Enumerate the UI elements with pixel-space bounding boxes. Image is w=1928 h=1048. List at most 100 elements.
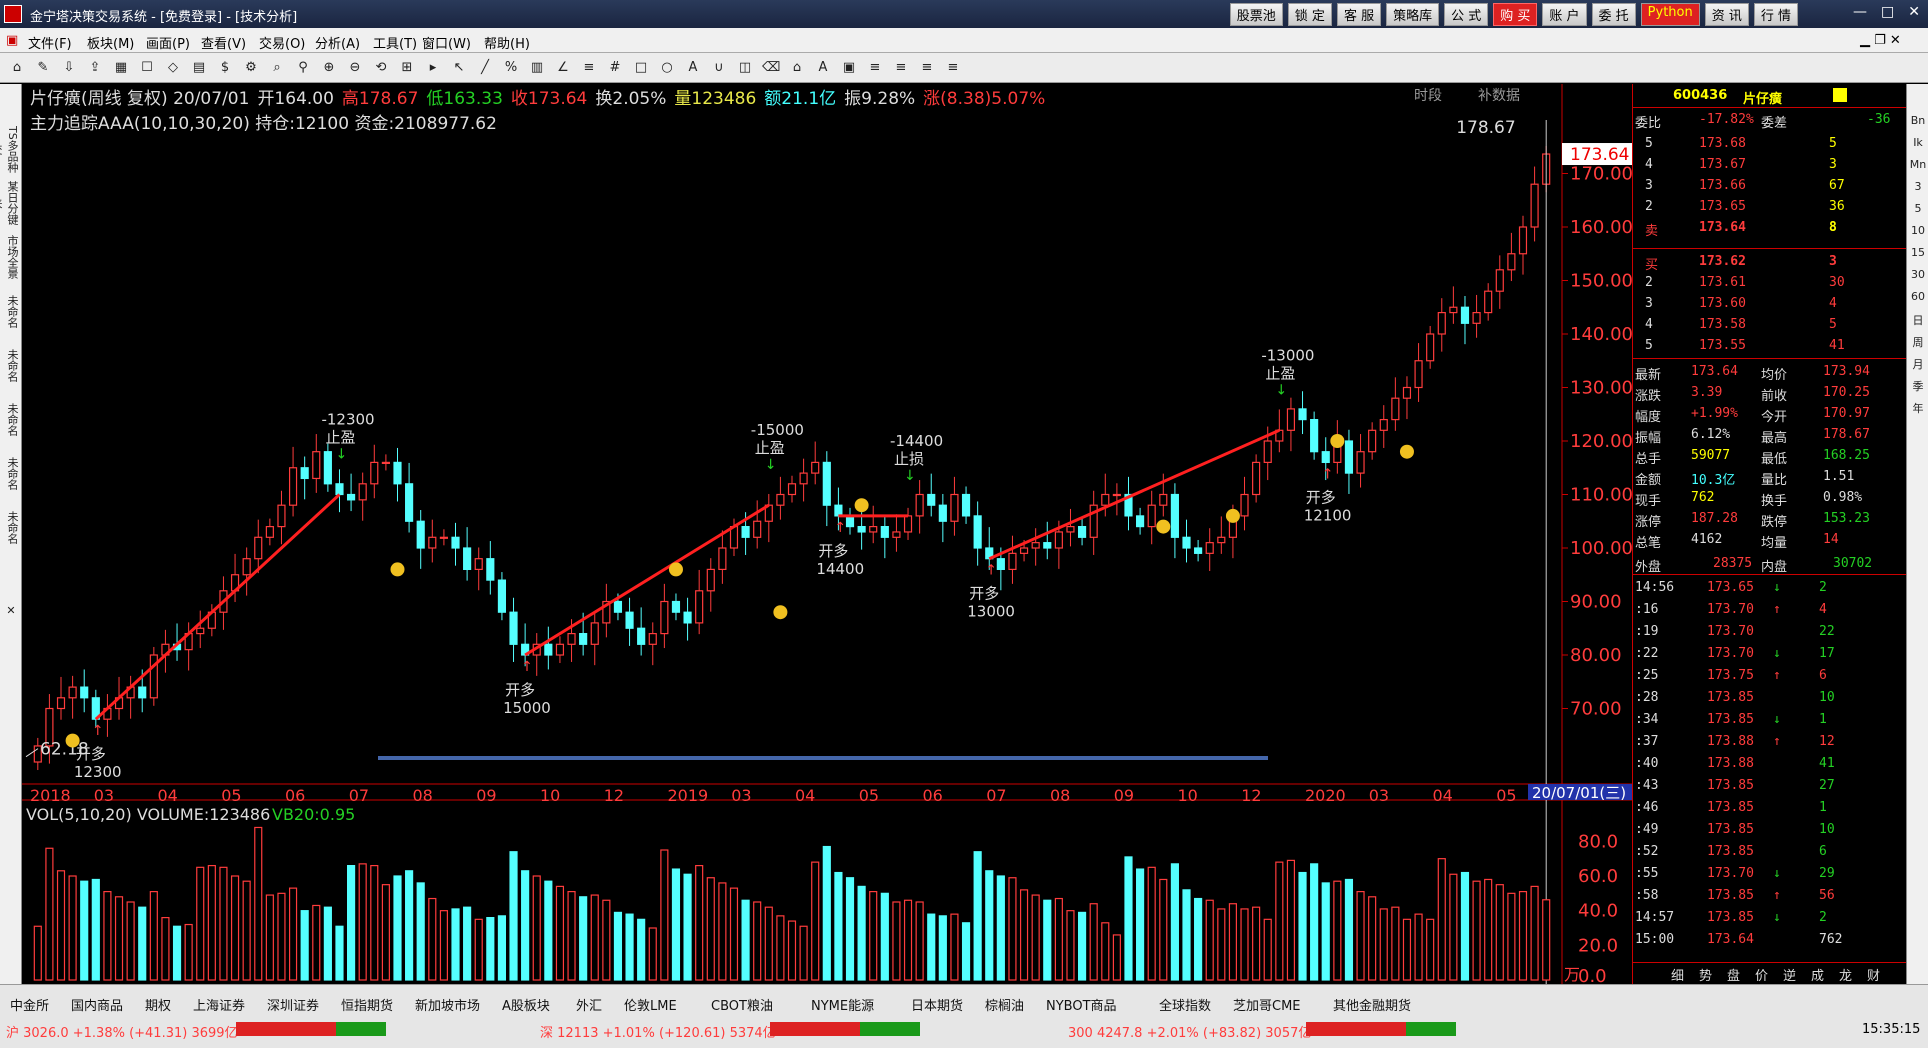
topnav-button[interactable]: 公 式 — [1444, 3, 1489, 26]
market-tab[interactable]: CBOT粮油 — [711, 995, 773, 1014]
market-tab[interactable]: 芝加哥CME — [1233, 995, 1301, 1014]
minimize-icon[interactable]: — — [1853, 4, 1867, 20]
quote-tab[interactable]: 细 — [1671, 965, 1684, 984]
left-tab[interactable]: 未命名 — [2, 340, 20, 390]
kline-chart-area[interactable]: 片仔癀(周线 复权) 20/07/01 开164.00 高178.67 低163.33… — [22, 84, 1634, 987]
topnav-button[interactable]: Python — [1640, 3, 1700, 26]
quote-tab[interactable]: 盘 — [1727, 965, 1740, 984]
left-tab[interactable]: 未命名 — [2, 286, 20, 336]
period-tab[interactable]: 月 — [1909, 356, 1927, 372]
close-icon[interactable]: ✕ — [2, 604, 20, 624]
toolbar-tool-icon[interactable]: ⚙ — [242, 59, 260, 77]
chart-tag[interactable]: 时段 — [1414, 88, 1442, 104]
toolbar-tool-icon[interactable]: A — [684, 59, 702, 77]
toolbar-tool-icon[interactable]: ▸ — [424, 59, 442, 77]
left-tab[interactable]: 某日分键来 — [0, 178, 20, 228]
market-tab[interactable]: 新加坡市场 — [415, 995, 480, 1014]
toolbar-tool-icon[interactable]: # — [606, 59, 624, 77]
toolbar-tool-icon[interactable]: ⊕ — [320, 59, 338, 77]
menu-item[interactable]: 查看(V) — [201, 33, 246, 52]
toolbar-tool-icon[interactable]: ⟲ — [372, 59, 390, 77]
market-tab[interactable]: 日本期货 — [911, 995, 963, 1014]
menu-item[interactable]: 窗口(W) — [422, 33, 471, 52]
left-tab[interactable]: 未命名 — [2, 448, 20, 498]
period-tab[interactable]: 60 — [1909, 290, 1927, 303]
toolbar-tool-icon[interactable]: ≡ — [944, 59, 962, 77]
left-tab[interactable]: 未命名 — [2, 394, 20, 444]
quote-tab[interactable]: 势 — [1699, 965, 1712, 984]
market-tab[interactable]: 伦敦LME — [624, 995, 677, 1014]
toolbar-tool-icon[interactable]: ╱ — [476, 59, 494, 77]
flag-icon[interactable] — [1833, 88, 1847, 102]
quote-tab[interactable]: 成 — [1811, 965, 1824, 984]
toolbar-tool-icon[interactable]: ⌂ — [788, 59, 806, 77]
period-tab[interactable]: Mn — [1909, 158, 1927, 171]
toolbar-tool-icon[interactable]: ⇪ — [86, 59, 104, 77]
quote-tab[interactable]: 逆 — [1783, 965, 1796, 984]
close-icon[interactable]: ✕ — [1908, 4, 1920, 20]
topnav-button[interactable]: 账 户 — [1542, 3, 1587, 26]
topnav-button[interactable]: 股票池 — [1229, 3, 1283, 26]
toolbar-tool-icon[interactable]: ⇩ — [60, 59, 78, 77]
toolbar-tool-icon[interactable]: ○ — [658, 59, 676, 77]
toolbar-tool-icon[interactable]: ∪ — [710, 59, 728, 77]
menu-item[interactable]: 板块(M) — [87, 33, 134, 52]
toolbar-tool-icon[interactable]: ◫ — [736, 59, 754, 77]
menu-item[interactable]: 工具(T) — [373, 33, 417, 52]
menu-item[interactable]: 画面(P) — [146, 33, 190, 52]
period-tab[interactable]: 年 — [1909, 400, 1927, 416]
quote-tab[interactable]: 龙 — [1839, 965, 1852, 984]
market-tab[interactable]: 外汇 — [576, 995, 602, 1014]
chart-tag[interactable]: 补数据 — [1478, 88, 1520, 104]
menu-item[interactable]: 分析(A) — [315, 33, 360, 52]
market-tab[interactable]: 深圳证券 — [267, 995, 319, 1014]
toolbar-tool-icon[interactable]: ⊞ — [398, 59, 416, 77]
sh-index[interactable]: 沪 3026.0 +1.38% (+41.31) 3699亿 — [6, 1022, 238, 1041]
period-tab[interactable]: 5 — [1909, 202, 1927, 215]
topnav-button[interactable]: 行 情 — [1753, 3, 1798, 26]
market-tab[interactable]: NYME能源 — [811, 995, 874, 1014]
market-tab[interactable]: 期权 — [145, 995, 171, 1014]
topnav-button[interactable]: 资 讯 — [1704, 3, 1749, 26]
left-tab[interactable]: 市场全景 — [2, 232, 20, 282]
menu-item[interactable]: 文件(F) — [28, 33, 72, 52]
period-tab[interactable]: 季 — [1909, 378, 1927, 394]
toolbar-tool-icon[interactable]: ≡ — [892, 59, 910, 77]
toolbar-tool-icon[interactable]: ◇ — [164, 59, 182, 77]
toolbar-tool-icon[interactable]: ∠ — [554, 59, 572, 77]
market-tab[interactable]: 恒指期货 — [341, 995, 393, 1014]
maximize-icon[interactable]: □ — [1881, 4, 1894, 20]
market-tab[interactable]: 中金所 — [10, 995, 49, 1014]
toolbar-tool-icon[interactable]: ☐ — [138, 59, 156, 77]
mdi-window-controls[interactable]: ▁ ❐ ✕ — [1860, 33, 1901, 48]
toolbar-tool-icon[interactable]: □ — [632, 59, 650, 77]
toolbar-tool-icon[interactable]: % — [502, 59, 520, 77]
period-tab[interactable]: 10 — [1909, 224, 1927, 237]
toolbar-tool-icon[interactable]: ✎ — [34, 59, 52, 77]
cy-index[interactable]: 300 4247.8 +2.01% (+83.82) 3057亿 — [1068, 1022, 1311, 1041]
toolbar-tool-icon[interactable]: A — [814, 59, 832, 77]
toolbar-tool-icon[interactable]: ≡ — [866, 59, 884, 77]
topnav-button[interactable]: 客 服 — [1336, 3, 1382, 26]
menu-item[interactable]: 交易(O) — [259, 33, 305, 52]
left-tab[interactable]: 未命名 — [2, 502, 20, 552]
market-tab[interactable]: NYBOT商品 — [1046, 995, 1117, 1014]
toolbar-tool-icon[interactable]: ≡ — [918, 59, 936, 77]
period-tab[interactable]: 周 — [1909, 334, 1927, 350]
period-tab[interactable]: 3 — [1909, 180, 1927, 193]
market-tab[interactable]: 国内商品 — [71, 995, 123, 1014]
toolbar-tool-icon[interactable]: ▥ — [528, 59, 546, 77]
toolbar-tool-icon[interactable]: ▤ — [190, 59, 208, 77]
period-tab[interactable]: Bn — [1909, 114, 1927, 127]
toolbar-tool-icon[interactable]: $ — [216, 59, 234, 77]
menu-item[interactable]: 帮助(H) — [484, 33, 530, 52]
period-tab[interactable]: 日 — [1909, 312, 1927, 328]
topnav-button[interactable]: 策略库 — [1386, 3, 1440, 26]
toolbar-tool-icon[interactable]: ▣ — [840, 59, 858, 77]
toolbar-tool-icon[interactable]: ▦ — [112, 59, 130, 77]
toolbar-tool-icon[interactable]: ⌂ — [8, 59, 26, 77]
toolbar-tool-icon[interactable]: ↖ — [450, 59, 468, 77]
topnav-button[interactable]: 锁 定 — [1287, 3, 1332, 26]
period-tab[interactable]: Ik — [1909, 136, 1927, 149]
market-tab[interactable]: 其他金融期货 — [1333, 995, 1411, 1014]
